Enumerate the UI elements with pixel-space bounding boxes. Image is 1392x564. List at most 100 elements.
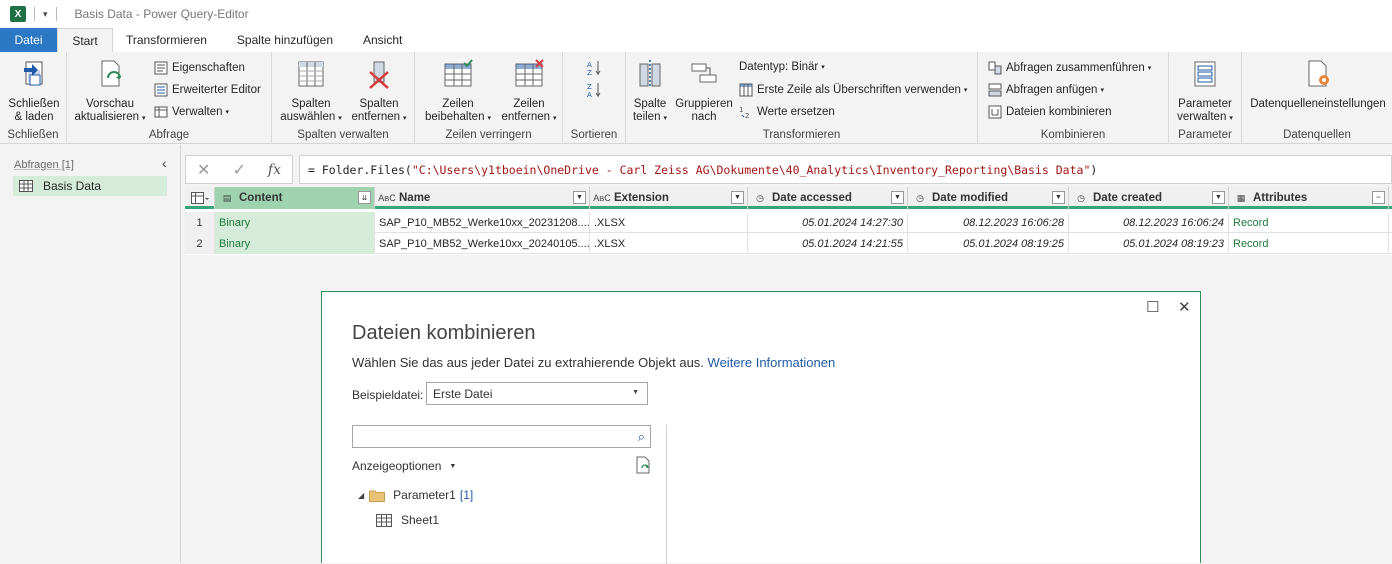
tree-item-sheet1[interactable]: Sheet1 <box>376 513 439 527</box>
name-cell[interactable]: SAP_P10_MB52_Werke10xx_20231208.... <box>375 212 590 233</box>
manage-label: Verwalten <box>172 106 223 118</box>
svg-text:Z: Z <box>587 69 592 77</box>
replace-values-button[interactable]: 12 Werte ersetzen <box>739 105 835 119</box>
expand-tree-icon[interactable]: ◢ <box>358 491 364 500</box>
date-created-cell[interactable]: 05.01.2024 08:19:23 <box>1069 233 1229 254</box>
datetime-type-icon[interactable]: ◷ <box>752 191 768 205</box>
date-created-cell[interactable]: 08.12.2023 16:06:24 <box>1069 212 1229 233</box>
append-queries-button[interactable]: Abfragen anfügen ▾ <box>988 83 1104 97</box>
merge-queries-button[interactable]: Abfragen zusammenführen ▾ <box>988 61 1151 75</box>
column-header-attributes[interactable]: ▦ Attributes ⇔ <box>1229 187 1389 209</box>
tab-transformieren[interactable]: Transformieren <box>113 28 222 52</box>
data-source-settings-button[interactable]: Datenquelleneinstellungen <box>1246 58 1390 111</box>
datetime-type-icon[interactable]: ◷ <box>912 191 928 205</box>
row-number[interactable]: 1 <box>185 212 215 233</box>
tab-spalte-hinzufuegen[interactable]: Spalte hinzufügen <box>222 28 348 52</box>
fx-icon[interactable]: fx <box>268 162 281 178</box>
query-item-basis-data[interactable]: Basis Data <box>13 176 167 196</box>
datatype-label: Datentyp: Binär <box>739 61 819 73</box>
attributes-cell[interactable]: Record <box>1229 233 1389 254</box>
filter-dropdown-icon[interactable]: ▼ <box>1212 191 1225 204</box>
attributes-cell[interactable]: Record <box>1229 212 1389 233</box>
svg-text:1: 1 <box>739 106 743 114</box>
name-cell[interactable]: SAP_P10_MB52_Werke10xx_20240105.... <box>375 233 590 254</box>
filter-dropdown-icon[interactable]: ▼ <box>891 191 904 204</box>
search-input[interactable]: ⌕ <box>352 425 651 448</box>
first-row-headers-button[interactable]: Erste Zeile als Überschriften verwenden ▾ <box>739 83 967 97</box>
svg-text:2: 2 <box>745 112 749 119</box>
close-load-button[interactable]: Schließen & laden <box>6 58 62 124</box>
combine-files-button[interactable]: Dateien kombinieren <box>988 105 1111 119</box>
sort-ascending-button[interactable]: AZ <box>586 59 604 77</box>
date-modified-cell[interactable]: 05.01.2024 08:19:25 <box>908 233 1069 254</box>
remove-rows-button[interactable]: Zeilen entfernen ▾ <box>497 58 561 125</box>
group-spalten-verwalten: Spalten auswählen ▾ Spalten entfernen ▾ Sp… <box>272 52 415 144</box>
keep-rows-button[interactable]: Zeilen beibehalten ▾ <box>421 58 495 125</box>
sort-descending-button[interactable]: ZA <box>586 81 604 99</box>
collapse-panel-icon[interactable]: ‹ <box>162 155 167 171</box>
advanced-editor-button[interactable]: Erweiterter Editor <box>154 83 261 97</box>
split-column-button[interactable]: Spalte teilen ▾ <box>630 58 670 125</box>
more-info-link[interactable]: Weitere Informationen <box>708 355 836 370</box>
group-by-icon <box>691 63 717 83</box>
column-header-extension[interactable]: ABC Extension ▼ <box>590 187 748 209</box>
content-cell[interactable]: Binary <box>215 233 375 254</box>
group-label-sortieren: Sortieren <box>570 129 618 141</box>
column-header-date-created[interactable]: ◷ Date created ▼ <box>1069 187 1229 209</box>
cancel-formula-icon[interactable]: ✕ <box>197 160 210 180</box>
window-title: Basis Data - Power Query-Editor <box>74 7 249 21</box>
commit-formula-icon[interactable]: ✓ <box>232 160 245 180</box>
filter-dropdown-icon[interactable]: ▼ <box>1052 191 1065 204</box>
close-icon[interactable]: ✕ <box>1178 298 1191 316</box>
date-modified-cell[interactable]: 08.12.2023 16:06:28 <box>908 212 1069 233</box>
datatype-button[interactable]: Datentyp: Binär ▾ <box>739 61 825 73</box>
content-cell[interactable]: Binary <box>215 212 375 233</box>
queries-header[interactable]: Abfragen [1] <box>14 159 74 171</box>
table-type-icon[interactable]: ▦ <box>1233 191 1249 205</box>
sample-file-select[interactable]: Erste Datei ▼ <box>426 382 648 405</box>
table-menu-button[interactable] <box>185 187 215 209</box>
display-options-label: Anzeigeoptionen <box>352 459 442 473</box>
datetime-type-icon[interactable]: ◷ <box>1073 191 1089 205</box>
manage-button[interactable]: Verwalten ▾ <box>154 105 229 119</box>
maximize-icon[interactable]: ☐ <box>1146 298 1159 316</box>
filter-dropdown-icon[interactable]: ▼ <box>731 191 744 204</box>
dialog-description-text: Wählen Sie das aus jeder Datei zu extrah… <box>352 355 704 370</box>
date-accessed-cell[interactable]: 05.01.2024 14:27:30 <box>748 212 908 233</box>
column-header-content[interactable]: ▤ Content ⇊ <box>215 187 375 209</box>
manage-parameters-button[interactable]: Parameter verwalten ▾ <box>1171 58 1239 125</box>
column-header-date-modified[interactable]: ◷ Date modified ▼ <box>908 187 1069 209</box>
group-label-transformieren: Transformieren <box>762 129 841 141</box>
row-number[interactable]: 2 <box>185 233 215 254</box>
sort-descending-icon: ZA <box>587 83 601 99</box>
tab-ansicht[interactable]: Ansicht <box>348 28 417 52</box>
expand-content-icon[interactable]: ⇊ <box>358 191 371 204</box>
display-options-button[interactable]: Anzeigeoptionen ▼ <box>352 459 456 473</box>
date-accessed-cell[interactable]: 05.01.2024 14:21:55 <box>748 233 908 254</box>
filter-dropdown-icon[interactable]: ▼ <box>573 191 586 204</box>
formula-input[interactable]: = Folder.Files("C:\Users\y1tboein\OneDri… <box>299 155 1392 184</box>
tab-start[interactable]: Start <box>57 28 113 52</box>
text-type-icon[interactable]: ABC <box>378 191 396 205</box>
tab-datei[interactable]: Datei <box>0 28 57 52</box>
remove-columns-button[interactable]: Spalten entfernen ▾ <box>347 58 411 125</box>
advanced-editor-icon <box>154 83 168 97</box>
group-by-button[interactable]: Gruppieren nach <box>672 58 736 124</box>
properties-button[interactable]: Eigenschaften <box>154 61 245 75</box>
extension-cell[interactable]: .XLSX <box>590 233 748 254</box>
expand-column-icon[interactable]: ⇔ <box>1372 191 1385 204</box>
tree-item-parameter1[interactable]: ◢ Parameter1 [1] <box>358 488 473 502</box>
extension-cell[interactable]: .XLSX <box>590 212 748 233</box>
column-header-name[interactable]: ABC Name ▼ <box>375 187 590 209</box>
choose-columns-button[interactable]: Spalten auswählen ▾ <box>278 58 344 125</box>
quick-access-dropdown-icon[interactable]: ▾ <box>43 9 48 20</box>
sample-file-value: Erste Datei <box>433 386 493 401</box>
refresh-icon[interactable] <box>634 456 652 474</box>
refresh-preview-button[interactable]: Vorschau aktualisieren ▾ <box>72 58 148 125</box>
text-type-icon[interactable]: ABC <box>593 191 611 205</box>
manage-icon <box>154 106 168 118</box>
group-label-abfrage: Abfrage <box>148 129 190 141</box>
data-source-settings-icon <box>1308 60 1329 87</box>
binary-type-icon[interactable]: ▤ <box>219 191 235 205</box>
column-header-date-accessed[interactable]: ◷ Date accessed ▼ <box>748 187 908 209</box>
